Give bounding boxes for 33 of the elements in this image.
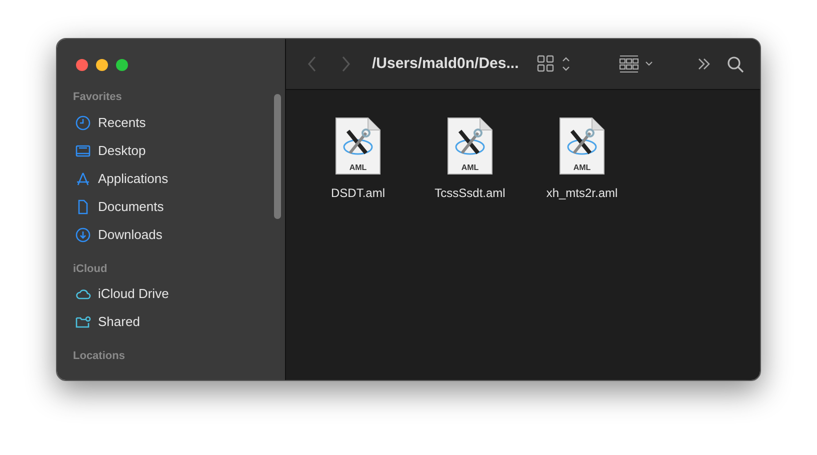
document-file-drawing <box>448 118 492 174</box>
close-button[interactable] <box>76 59 88 71</box>
sidebar-item[interactable]: Downloads <box>65 220 277 248</box>
file-name[interactable]: TcssSsdt.aml <box>434 184 506 202</box>
sidebar-item[interactable]: Recents <box>65 108 277 136</box>
file-type-label: AML <box>348 164 368 172</box>
file-type-label: AML <box>572 164 592 172</box>
download-icon <box>75 226 91 242</box>
document-file-drawing <box>560 118 604 174</box>
sidebar-section-heading: iCloud <box>72 262 108 276</box>
sidebar-item[interactable]: Applications <box>65 164 277 192</box>
file-type-label: AML <box>460 164 480 172</box>
sidebar-section-heading: Favorites <box>72 90 123 105</box>
clock-icon <box>75 114 91 130</box>
minimize-button[interactable] <box>96 59 108 71</box>
file-name[interactable]: DSDT.aml <box>330 184 385 202</box>
shared-folder-icon <box>75 314 91 330</box>
file-name[interactable]: xh_mts2r.aml <box>546 184 618 202</box>
document-file-drawing <box>336 118 380 174</box>
sidebar-item[interactable]: Shared <box>65 308 277 336</box>
group-icon[interactable] <box>618 55 655 73</box>
sidebar-section-heading: Locations <box>72 349 126 364</box>
grid-view-icon[interactable] <box>536 55 571 73</box>
desktop-icon <box>75 142 91 158</box>
sidebar-item[interactable]: Desktop <box>65 136 277 164</box>
chevrons-icon[interactable] <box>697 57 711 71</box>
search-icon[interactable] <box>727 56 744 72</box>
sidebar-item[interactable]: iCloud Drive <box>65 280 277 308</box>
scrollbar[interactable] <box>274 94 281 219</box>
window-title: /Users/mald0n/Des... <box>372 54 519 74</box>
zoom-button[interactable] <box>116 59 128 71</box>
sidebar-item[interactable]: Documents <box>65 192 277 220</box>
apps-icon <box>75 170 91 186</box>
